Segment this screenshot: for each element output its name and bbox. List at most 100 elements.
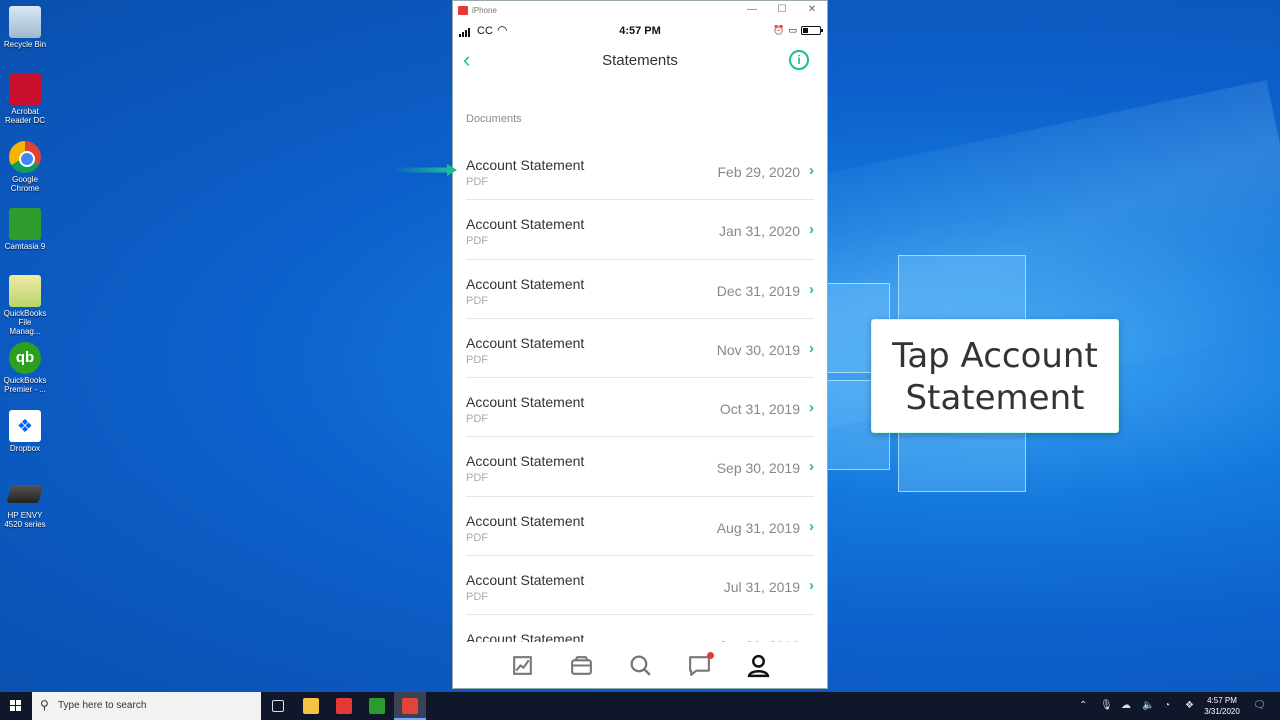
document-name: Account Statement (466, 453, 585, 470)
onedrive-icon[interactable]: ☁ (1121, 700, 1131, 711)
taskbar-clock[interactable]: 4:57 PM 3/31/2020 (1198, 695, 1246, 717)
document-row[interactable]: Account Statement PDF Feb 29, 2020 › (466, 141, 814, 201)
taskbar-file-explorer[interactable] (295, 692, 327, 720)
dropbox-tray-icon[interactable]: ❖ (1185, 700, 1194, 711)
search-placeholder: Type here to search (58, 700, 147, 711)
tab-wallet[interactable] (569, 653, 594, 678)
document-row[interactable]: Account Statement PDF Dec 31, 2019 › (466, 260, 814, 319)
document-type: PDF (466, 591, 488, 604)
taskbar-camtasia-editor[interactable] (394, 692, 426, 720)
document-name: Account Statement (466, 394, 585, 411)
search-icon: ⚲ (40, 698, 49, 712)
volume-icon[interactable]: 🔈 (1142, 700, 1154, 711)
iphone-mirror-window: iPhone — ☐ ✕ CC ◠ 4:57 PM ⏰ ▭ ‹ Statemen… (452, 0, 828, 689)
taskbar-search-box[interactable]: ⚲ Type here to search (32, 692, 261, 720)
section-label-documents: Documents (466, 113, 522, 125)
document-row[interactable]: Account Statement PDF Nov 30, 2019 › (466, 319, 814, 379)
search-icon (630, 655, 651, 676)
instruction-callout: Tap Account Statement (871, 319, 1119, 433)
desktop-icon-hp-printer[interactable]: HP ENVY 4520 series (2, 477, 48, 529)
tab-search[interactable] (628, 653, 653, 678)
quickbooks-file-manager-icon (9, 275, 41, 307)
alarm-icon: ⏰ (773, 25, 785, 35)
document-type: PDF (466, 531, 488, 544)
microphone-icon[interactable]: 🎙 (1100, 700, 1113, 711)
document-list: Account Statement PDF Feb 29, 2020 › Acc… (453, 141, 827, 675)
task-view-button[interactable] (262, 692, 294, 720)
chevron-right-icon: › (809, 221, 814, 239)
recycle-bin-icon (9, 6, 41, 38)
network-icon[interactable]: ◔ (1164, 700, 1170, 711)
desktop-icon-label: Camtasia 9 (4, 242, 46, 251)
clock-time: 4:57 PM (1207, 696, 1237, 705)
document-date: Oct 31, 2019 (719, 401, 800, 418)
desktop-icon-dropbox[interactable]: ❖ Dropbox (2, 410, 48, 453)
document-date: Sep 30, 2019 (716, 460, 800, 477)
app-icon (458, 6, 468, 15)
document-date: Aug 31, 2019 (716, 519, 800, 536)
desktop-icon-camtasia[interactable]: Camtasia 9 (2, 208, 48, 251)
document-date: Dec 31, 2019 (716, 282, 800, 299)
acrobat-icon (9, 73, 41, 105)
taskbar-iphone-mirror[interactable] (328, 692, 360, 720)
camtasia-editor-icon (402, 698, 418, 714)
camtasia-icon (9, 208, 41, 240)
profile-icon (747, 654, 769, 677)
close-button[interactable]: ✕ (805, 4, 819, 15)
printer-icon (6, 485, 44, 503)
document-name: Account Statement (466, 572, 585, 589)
desktop-icon-quickbooks-file-manager[interactable]: QuickBooks File Manag... (2, 275, 48, 336)
tab-chart[interactable] (510, 653, 535, 678)
document-row[interactable]: Account Statement PDF Oct 31, 2019 › (466, 378, 814, 438)
pointer-arrow-icon (393, 164, 457, 176)
document-name: Account Statement (466, 216, 585, 233)
document-type: PDF (466, 235, 488, 248)
status-time: 4:57 PM (619, 25, 661, 37)
tab-profile[interactable] (746, 653, 771, 678)
document-name: Account Statement (466, 334, 585, 351)
document-date: Jul 31, 2019 (723, 579, 800, 596)
desktop-icon-chrome[interactable]: Google Chrome (2, 141, 48, 193)
page-title: Statements (602, 52, 678, 69)
chevron-right-icon: › (809, 280, 814, 298)
chevron-right-icon: › (809, 162, 814, 179)
tab-messages[interactable] (687, 651, 714, 678)
quickbooks-icon: qb (9, 342, 41, 374)
document-type: PDF (466, 294, 488, 307)
chevron-right-icon: › (809, 339, 814, 357)
desktop-icon-label: QuickBooks Premier - ... (3, 376, 47, 394)
document-name: Account Statement (466, 512, 585, 529)
info-icon[interactable]: i (789, 50, 809, 70)
document-type: PDF (466, 413, 488, 426)
notifications-icon[interactable]: 🗨 (1253, 700, 1266, 711)
document-date: Feb 29, 2020 (717, 164, 800, 180)
callout-line-1: Tap Account (892, 336, 1098, 376)
windows-taskbar: ⚲ Type here to search ⌃ 🎙 ☁ 🔈 ◔ ❖ 4:57 P… (0, 692, 1280, 720)
document-type: PDF (466, 353, 488, 366)
document-row[interactable]: Account Statement PDF Jan 31, 2020 › (466, 200, 814, 260)
chevron-right-icon: › (809, 399, 814, 417)
desktop-icon-recycle-bin[interactable]: Recycle Bin (2, 6, 48, 49)
document-type: PDF (466, 176, 488, 188)
document-row[interactable]: Account Statement PDF Aug 31, 2019 › (466, 497, 814, 557)
clock-date: 3/31/2020 (1204, 707, 1240, 716)
taskbar-camtasia-recorder[interactable] (361, 692, 393, 720)
screen-mirroring-icon: ▭ (788, 25, 797, 35)
desktop-icon-acrobat[interactable]: Acrobat Reader DC (2, 73, 48, 125)
camtasia-icon (369, 698, 385, 714)
start-button[interactable] (0, 692, 32, 720)
ios-status-bar: CC ◠ 4:57 PM ⏰ ▭ (453, 21, 827, 41)
document-name: Account Statement (466, 157, 585, 173)
chevron-up-icon[interactable]: ⌃ (1079, 700, 1087, 711)
document-row[interactable]: Account Statement PDF Jul 31, 2019 › (466, 556, 814, 616)
chevron-right-icon: › (809, 577, 814, 595)
document-row[interactable]: Account Statement PDF Sep 30, 2019 › (466, 437, 814, 497)
folder-icon (303, 698, 319, 714)
maximize-button[interactable]: ☐ (775, 4, 789, 15)
window-title-bar[interactable]: iPhone — ☐ ✕ (453, 1, 827, 21)
chrome-icon (9, 141, 41, 173)
chevron-right-icon: › (809, 458, 814, 476)
window-title: iPhone (472, 6, 497, 15)
minimize-button[interactable]: — (745, 4, 759, 15)
desktop-icon-quickbooks-premier[interactable]: qb QuickBooks Premier - ... (2, 342, 48, 394)
